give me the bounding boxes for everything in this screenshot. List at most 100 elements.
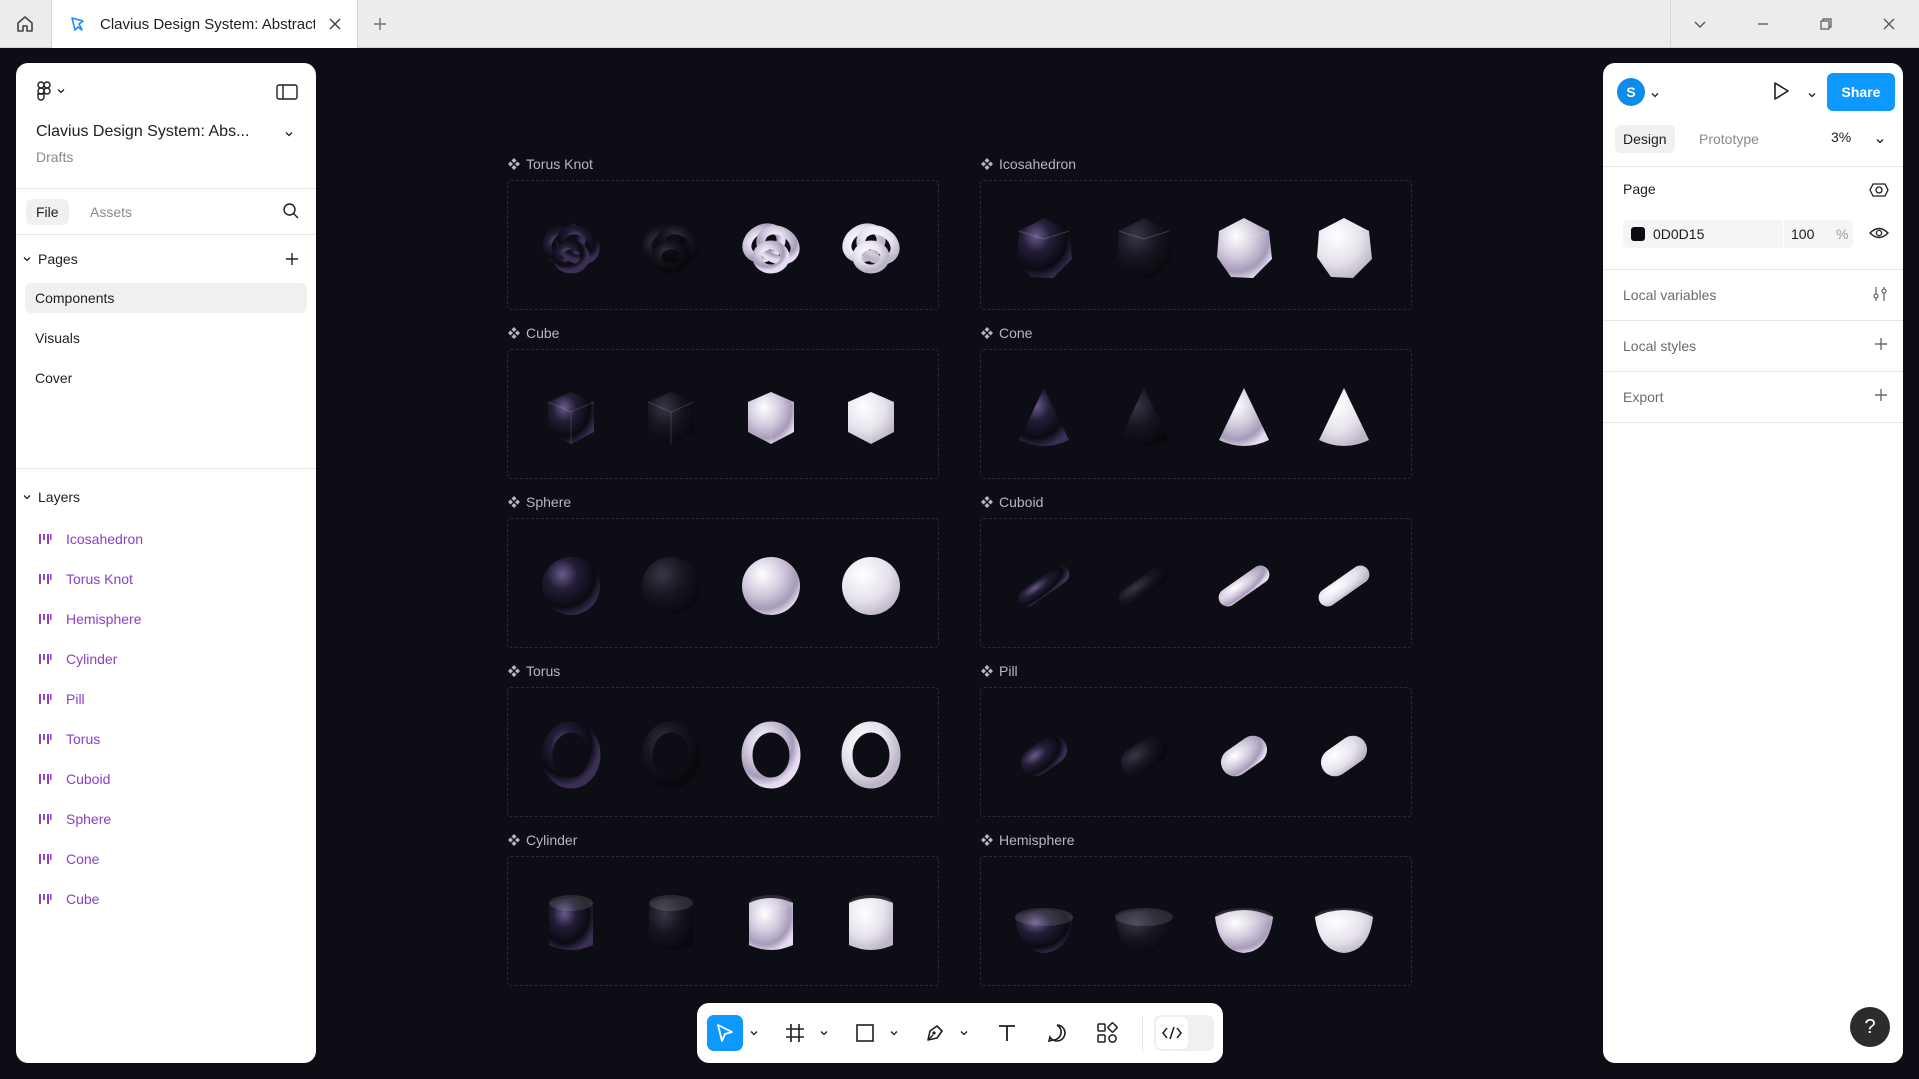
close-window-button[interactable] — [1859, 0, 1919, 47]
component-label-hemisphere[interactable]: Hemisphere — [981, 832, 1074, 848]
actions-tool[interactable] — [1089, 1015, 1125, 1051]
cone-dark-matte-variant[interactable] — [1109, 382, 1179, 452]
sphere-dark-matte-variant[interactable] — [636, 551, 706, 621]
layer-item-torus-knot[interactable]: Torus Knot — [16, 561, 316, 597]
layer-item-cylinder[interactable]: Cylinder — [16, 641, 316, 677]
cube-dark-matte-variant[interactable] — [636, 382, 706, 452]
toggle-sidebar-button[interactable] — [276, 83, 298, 106]
tab-list-button[interactable] — [1670, 0, 1730, 47]
page-item-visuals[interactable]: Visuals — [25, 323, 307, 353]
component-label-pill[interactable]: Pill — [981, 663, 1018, 679]
present-options-button[interactable] — [1807, 87, 1817, 105]
component-label-icosahedron[interactable]: Icosahedron — [981, 156, 1076, 172]
layer-item-cuboid[interactable]: Cuboid — [16, 761, 316, 797]
move-tool[interactable] — [707, 1015, 743, 1051]
file-name[interactable]: Clavius Design System: Abs... — [36, 123, 249, 141]
avatar[interactable]: S — [1617, 78, 1645, 106]
search-button[interactable] — [282, 202, 300, 225]
hemisphere-light-iridescent-variant[interactable] — [1209, 889, 1279, 959]
page-item-components[interactable]: Components — [25, 283, 307, 313]
component-set-torus-knot[interactable] — [507, 180, 939, 310]
icosahedron-dark-iridescent-variant[interactable] — [1009, 213, 1079, 283]
pill-light-matte-variant[interactable] — [1309, 720, 1379, 790]
page-item-cover[interactable]: Cover — [25, 363, 307, 393]
component-label-cylinder[interactable]: Cylinder — [508, 832, 577, 848]
pill-light-iridescent-variant[interactable] — [1209, 720, 1279, 790]
tab-assets[interactable]: Assets — [80, 199, 142, 225]
pill-dark-matte-variant[interactable] — [1109, 720, 1179, 790]
component-set-torus[interactable] — [507, 687, 939, 817]
layer-item-sphere[interactable]: Sphere — [16, 801, 316, 837]
browser-tab[interactable]: Clavius Design System: Abstract — [51, 0, 358, 48]
torus-dark-iridescent-variant[interactable] — [536, 720, 606, 790]
cuboid-dark-matte-variant[interactable] — [1109, 551, 1179, 621]
local-styles-heading[interactable]: Local styles — [1623, 338, 1696, 354]
layer-item-torus[interactable]: Torus — [16, 721, 316, 757]
torus-knot-dark-matte-variant[interactable] — [636, 213, 706, 283]
torus-knot-dark-iridescent-variant[interactable] — [536, 213, 606, 283]
tab-file[interactable]: File — [26, 199, 69, 225]
layers-section-header[interactable]: Layers — [16, 479, 316, 515]
comment-tool[interactable] — [1039, 1015, 1075, 1051]
torus-light-iridescent-variant[interactable] — [736, 720, 806, 790]
page-opacity[interactable]: 100 — [1791, 226, 1814, 242]
component-label-sphere[interactable]: Sphere — [508, 494, 571, 510]
text-tool[interactable] — [989, 1015, 1025, 1051]
color-swatch[interactable] — [1631, 227, 1645, 241]
torus-knot-light-matte-variant[interactable] — [836, 213, 906, 283]
layer-item-cube[interactable]: Cube — [16, 881, 316, 917]
cone-light-matte-variant[interactable] — [1309, 382, 1379, 452]
restore-button[interactable] — [1796, 0, 1856, 47]
cylinder-dark-iridescent-variant[interactable] — [536, 889, 606, 959]
component-label-cube[interactable]: Cube — [508, 325, 559, 341]
hemisphere-dark-iridescent-variant[interactable] — [1009, 889, 1079, 959]
component-label-cone[interactable]: Cone — [981, 325, 1032, 341]
component-label-cuboid[interactable]: Cuboid — [981, 494, 1043, 510]
close-tab-icon[interactable] — [325, 14, 345, 34]
shape-tool[interactable] — [847, 1015, 883, 1051]
main-menu-button[interactable] — [36, 81, 66, 101]
component-set-hemisphere[interactable] — [980, 856, 1412, 986]
hemisphere-dark-matte-variant[interactable] — [1109, 889, 1179, 959]
chevron-down-icon[interactable] — [749, 1028, 759, 1038]
help-button[interactable]: ? — [1850, 1007, 1890, 1047]
share-button[interactable]: Share — [1827, 73, 1895, 111]
avatar-menu-button[interactable] — [1650, 87, 1660, 105]
cube-dark-iridescent-variant[interactable] — [536, 382, 606, 452]
chevron-down-icon[interactable] — [819, 1028, 829, 1038]
sphere-light-matte-variant[interactable] — [836, 551, 906, 621]
icosahedron-dark-matte-variant[interactable] — [1109, 213, 1179, 283]
new-tab-button[interactable] — [368, 12, 392, 36]
cuboid-light-matte-variant[interactable] — [1309, 551, 1379, 621]
cuboid-dark-iridescent-variant[interactable] — [1009, 551, 1079, 621]
add-style-button[interactable] — [1873, 336, 1889, 357]
cube-light-iridescent-variant[interactable] — [736, 382, 806, 452]
component-set-cuboid[interactable] — [980, 518, 1412, 648]
zoom-level[interactable]: 3% — [1831, 129, 1851, 145]
layer-item-cone[interactable]: Cone — [16, 841, 316, 877]
cylinder-light-matte-variant[interactable] — [836, 889, 906, 959]
add-page-button[interactable] — [284, 251, 300, 270]
layer-item-hemisphere[interactable]: Hemisphere — [16, 601, 316, 637]
page-color-field[interactable]: 0D0D15 100 % — [1623, 220, 1853, 248]
pages-section-header[interactable]: Pages — [16, 241, 316, 277]
torus-dark-matte-variant[interactable] — [636, 720, 706, 790]
export-heading[interactable]: Export — [1623, 389, 1663, 405]
sphere-light-iridescent-variant[interactable] — [736, 551, 806, 621]
layer-item-pill[interactable]: Pill — [16, 681, 316, 717]
component-set-icosahedron[interactable] — [980, 180, 1412, 310]
present-button[interactable] — [1771, 80, 1791, 107]
cone-light-iridescent-variant[interactable] — [1209, 382, 1279, 452]
icosahedron-light-matte-variant[interactable] — [1309, 213, 1379, 283]
component-set-pill[interactable] — [980, 687, 1412, 817]
chevron-down-icon[interactable] — [889, 1028, 899, 1038]
pen-tool[interactable] — [917, 1015, 953, 1051]
torus-knot-light-iridescent-variant[interactable] — [736, 213, 806, 283]
file-location[interactable]: Drafts — [36, 149, 73, 165]
torus-light-matte-variant[interactable] — [836, 720, 906, 790]
cuboid-light-iridescent-variant[interactable] — [1209, 551, 1279, 621]
icosahedron-light-iridescent-variant[interactable] — [1209, 213, 1279, 283]
toggle-visibility-button[interactable] — [1869, 225, 1889, 246]
frame-tool[interactable] — [777, 1015, 813, 1051]
cone-dark-iridescent-variant[interactable] — [1009, 382, 1079, 452]
